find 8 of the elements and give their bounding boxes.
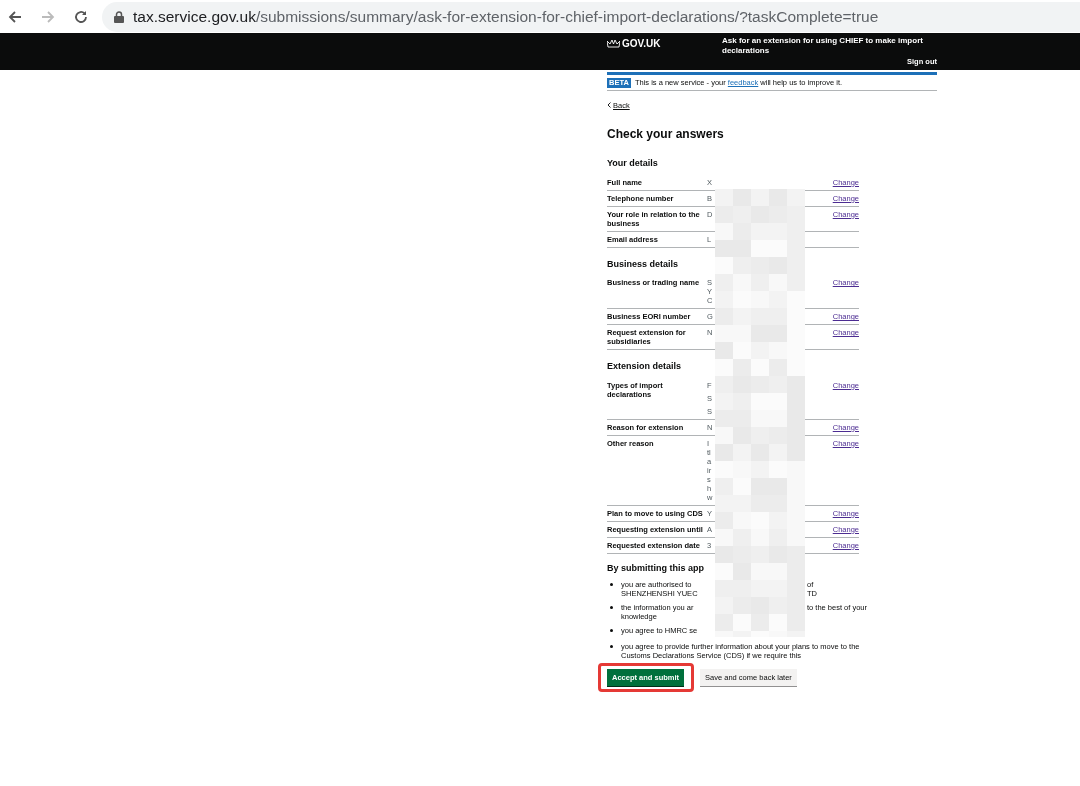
logo-text[interactable]: GOV.UK (622, 38, 661, 49)
section-heading: By submitting this app (607, 561, 705, 575)
section-heading: Extension details (607, 360, 683, 374)
page-heading: Check your answers (607, 126, 725, 144)
address-bar[interactable]: tax.service.gov.uk/submissions/summary/ask-for-extension-for-chief-import-declarations/?taskComplete=true (102, 1, 1080, 32)
service-name[interactable]: Ask for an extension for using CHIEF to make import declarations (722, 36, 937, 56)
section-heading: Business details (607, 257, 680, 271)
section-heading: Your details (607, 157, 659, 171)
